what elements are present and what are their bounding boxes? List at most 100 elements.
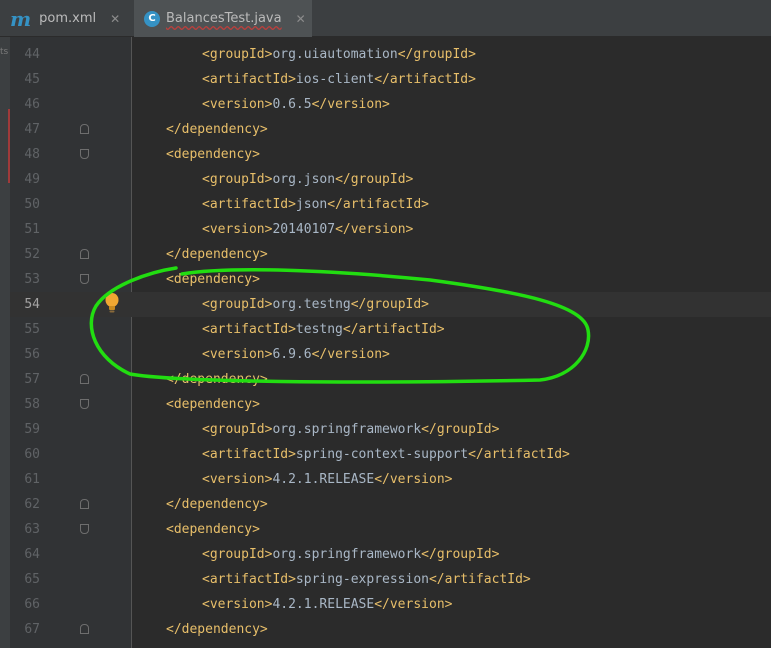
fold-marker-icon[interactable] bbox=[80, 249, 89, 259]
line-number: 63 bbox=[24, 522, 40, 537]
fold-marker-icon[interactable] bbox=[80, 149, 89, 159]
xml-text: ios-client bbox=[295, 72, 375, 87]
code-line[interactable]: <groupId>org.uiautomation</groupId> bbox=[202, 42, 476, 67]
xml-tag: </artifactId> bbox=[468, 447, 570, 462]
code-line[interactable]: <groupId>org.springframework</groupId> bbox=[202, 417, 499, 442]
code-line[interactable]: <version>6.9.6</version> bbox=[202, 342, 390, 367]
line-number: 56 bbox=[24, 347, 40, 362]
line-number: 53 bbox=[24, 272, 40, 287]
xml-tag: </dependency> bbox=[166, 122, 268, 137]
code-line[interactable]: <artifactId>json</artifactId> bbox=[202, 192, 429, 217]
line-number: 67 bbox=[24, 622, 40, 637]
line-number: 55 bbox=[24, 322, 40, 337]
line-number: 60 bbox=[24, 447, 40, 462]
xml-text: org.testng bbox=[272, 297, 351, 312]
xml-tag: <dependency> bbox=[166, 272, 260, 287]
fold-marker-icon[interactable] bbox=[80, 524, 89, 534]
code-line[interactable]: <artifactId>spring-context-support</arti… bbox=[202, 442, 570, 467]
code-line[interactable]: <groupId>org.springframework</groupId> bbox=[202, 542, 499, 567]
xml-tag: </version> bbox=[374, 472, 453, 487]
code-line[interactable]: <artifactId>testng</artifactId> bbox=[202, 317, 445, 342]
line-number: 50 bbox=[24, 197, 40, 212]
xml-text: json bbox=[295, 197, 328, 212]
xml-tag: <groupId> bbox=[202, 547, 273, 562]
xml-tag: </version> bbox=[311, 97, 390, 112]
xml-text: spring-context-support bbox=[295, 447, 469, 462]
close-icon[interactable]: ✕ bbox=[110, 12, 120, 26]
xml-tag: <version> bbox=[202, 597, 273, 612]
xml-tag: <artifactId> bbox=[202, 447, 296, 462]
code-line[interactable]: </dependency> bbox=[166, 242, 268, 267]
code-line[interactable]: <artifactId>spring-expression</artifactI… bbox=[202, 567, 531, 592]
strip-marker: ts bbox=[0, 47, 9, 57]
xml-tag: <groupId> bbox=[202, 47, 273, 62]
xml-text: spring-expression bbox=[295, 572, 429, 587]
code-line[interactable]: </dependency> bbox=[166, 617, 268, 642]
xml-text: org.springframework bbox=[272, 547, 422, 562]
fold-marker-icon[interactable] bbox=[80, 274, 89, 284]
xml-text: org.json bbox=[272, 172, 336, 187]
xml-tag: <dependency> bbox=[166, 397, 260, 412]
xml-tag: </groupId> bbox=[421, 422, 500, 437]
line-number: 49 bbox=[24, 172, 40, 187]
line-number: 59 bbox=[24, 422, 40, 437]
xml-tag: </artifactId> bbox=[428, 572, 531, 587]
xml-tag: </version> bbox=[335, 222, 414, 237]
code-line[interactable]: <version>20140107</version> bbox=[202, 217, 413, 242]
tab-pom-xml[interactable]: m pom.xml ✕ bbox=[10, 0, 130, 37]
xml-tag: </version> bbox=[311, 347, 390, 362]
line-number: 44 bbox=[24, 47, 40, 62]
xml-tag: </artifactId> bbox=[342, 322, 445, 337]
xml-tag: <dependency> bbox=[166, 522, 260, 537]
line-number: 62 bbox=[24, 497, 40, 512]
fold-marker-icon[interactable] bbox=[80, 374, 89, 384]
xml-tag: <version> bbox=[202, 222, 273, 237]
code-line[interactable]: </dependency> bbox=[166, 117, 268, 142]
code-line[interactable]: </dependency> bbox=[166, 492, 268, 517]
code-line[interactable]: <version>4.2.1.RELEASE</version> bbox=[202, 467, 452, 492]
fold-marker-icon[interactable] bbox=[80, 499, 89, 509]
xml-tag: <groupId> bbox=[202, 172, 273, 187]
editor-tab-bar: m pom.xml ✕ C BalancesTest.java ✕ bbox=[0, 0, 771, 37]
code-line[interactable]: <version>4.2.1.RELEASE</version> bbox=[202, 592, 452, 617]
lightbulb-icon[interactable] bbox=[103, 292, 121, 314]
xml-text: 6.9.6 bbox=[272, 347, 312, 362]
code-line[interactable]: <dependency> bbox=[166, 142, 260, 167]
line-number: 65 bbox=[24, 572, 40, 587]
xml-tag: <version> bbox=[202, 97, 273, 112]
close-icon[interactable]: ✕ bbox=[296, 12, 306, 26]
code-line[interactable]: <dependency> bbox=[166, 517, 260, 542]
xml-tag: <artifactId> bbox=[202, 572, 296, 587]
fold-marker-icon[interactable] bbox=[80, 124, 89, 134]
xml-text: 0.6.5 bbox=[272, 97, 312, 112]
fold-marker-icon[interactable] bbox=[80, 399, 89, 409]
xml-tag: </dependency> bbox=[166, 497, 268, 512]
xml-tag: <artifactId> bbox=[202, 322, 296, 337]
line-number: 58 bbox=[24, 397, 40, 412]
line-number: 54 bbox=[24, 297, 40, 312]
tab-balances-test[interactable]: C BalancesTest.java ✕ bbox=[134, 0, 312, 37]
code-line[interactable]: </dependency> bbox=[166, 367, 268, 392]
code-line[interactable]: <version>0.6.5</version> bbox=[202, 92, 390, 117]
xml-tag: </groupId> bbox=[397, 47, 476, 62]
xml-text: testng bbox=[295, 322, 343, 337]
xml-tag: <artifactId> bbox=[202, 197, 296, 212]
code-line[interactable]: <artifactId>ios-client</artifactId> bbox=[202, 67, 476, 92]
code-line[interactable]: <groupId>org.json</groupId> bbox=[202, 167, 413, 192]
code-line[interactable]: <dependency> bbox=[166, 267, 260, 292]
xml-tag: </groupId> bbox=[350, 297, 430, 312]
code-line[interactable]: <groupId>org.testng</groupId> bbox=[202, 292, 429, 317]
code-line[interactable]: <dependency> bbox=[166, 392, 260, 417]
tab-label: BalancesTest.java bbox=[166, 11, 282, 26]
line-number: 66 bbox=[24, 597, 40, 612]
xml-tag: </groupId> bbox=[335, 172, 414, 187]
line-number: 45 bbox=[24, 72, 40, 87]
fold-marker-icon[interactable] bbox=[80, 624, 89, 634]
line-number: 47 bbox=[24, 122, 40, 137]
line-number: 61 bbox=[24, 472, 40, 487]
line-number: 48 bbox=[24, 147, 40, 162]
xml-tag: </groupId> bbox=[421, 547, 500, 562]
xml-tag: </dependency> bbox=[166, 372, 268, 387]
xml-tag: </version> bbox=[374, 597, 453, 612]
line-number: 51 bbox=[24, 222, 40, 237]
